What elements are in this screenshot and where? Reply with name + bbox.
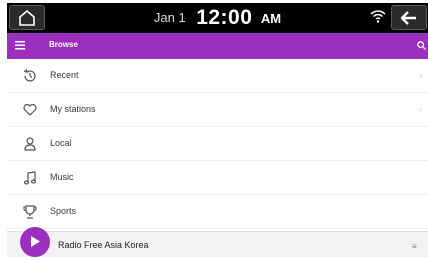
play-icon <box>31 236 40 247</box>
clock: Jan 1 12:00 AM <box>7 6 428 30</box>
chevron-right-icon: › <box>419 70 422 80</box>
search-icon[interactable] <box>417 41 426 50</box>
time-label: 12:00 <box>196 6 253 29</box>
more-icon[interactable]: ≡ <box>412 242 417 251</box>
back-button[interactable] <box>391 5 427 30</box>
list-item-label: My stations <box>50 104 96 114</box>
location-person-icon <box>24 137 36 151</box>
arrow-left-icon <box>400 11 416 25</box>
browse-header: Browse <box>7 33 428 59</box>
list-item-label: Music <box>50 172 74 182</box>
list-item-music[interactable]: Music <box>7 161 428 195</box>
ampm-label: AM <box>260 11 282 26</box>
browse-list: Recent › My stations › Local Music Sport… <box>7 59 428 229</box>
trophy-icon <box>23 205 37 219</box>
list-item-label: Recent <box>50 70 79 80</box>
clock-icon <box>23 68 36 82</box>
app-frame: Jan 1 12:00 AM Browse Recent › My statio… <box>7 3 428 257</box>
list-item-label: Sports <box>50 206 77 216</box>
list-item-recent[interactable]: Recent › <box>7 59 428 93</box>
now-playing-title: Radio Free Asia Korea <box>58 240 149 250</box>
list-item-local[interactable]: Local <box>7 127 428 161</box>
date-label: Jan 1 <box>153 10 186 25</box>
list-item-sports[interactable]: Sports <box>7 195 428 229</box>
now-playing-bar[interactable]: Radio Free Asia Korea ≡ <box>7 227 428 257</box>
list-item-label: Local <box>50 138 72 148</box>
list-item-my-stations[interactable]: My stations › <box>7 93 428 127</box>
play-button[interactable] <box>20 227 50 257</box>
chevron-right-icon: › <box>419 104 422 114</box>
menu-icon[interactable] <box>15 41 25 50</box>
heart-icon <box>23 103 37 116</box>
page-title: Browse <box>49 40 78 49</box>
music-note-icon <box>23 171 37 185</box>
status-bar: Jan 1 12:00 AM <box>7 3 428 33</box>
wifi-icon <box>370 10 386 23</box>
